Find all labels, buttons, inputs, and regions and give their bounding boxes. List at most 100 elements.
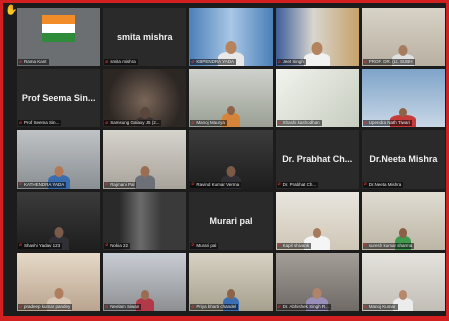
participant-label: Murari pal <box>196 242 217 248</box>
participant-video <box>189 69 273 128</box>
participant-tile[interactable]: Dr.Neeta Mishra ⌀ Dr.Neeta Mishra <box>361 130 445 189</box>
mic-muted-icon: ⌀ <box>363 120 367 126</box>
participant-caption: ⌀ Dr.Neeta Mishra <box>362 181 404 188</box>
participant-head <box>226 165 236 177</box>
participant-caption: ⌀ Manoj Maurya <box>190 120 227 127</box>
participant-video <box>361 252 445 311</box>
mic-muted-icon: ⌀ <box>363 59 367 65</box>
participant-caption: ⌀ Dr. Abhishek Singh R... <box>276 304 331 310</box>
participant-head <box>399 290 408 300</box>
participant-caption: ⌀ Samsung Galaxy J5 (2... <box>104 120 162 127</box>
participant-caption: ⌀ Manoj Kumar <box>362 304 398 310</box>
participant-name: Prof Seema Sin... <box>21 93 96 104</box>
participant-tile[interactable]: ⌀ Shashi Yadav 123 <box>17 191 101 250</box>
participant-tile[interactable]: ⌀ PROF. DR. (Lt. SUBH <box>361 8 445 67</box>
participant-tile[interactable]: smita mishra ⌀ smita mishra <box>103 8 187 67</box>
mic-muted-icon: ⌀ <box>19 120 23 126</box>
participant-video <box>275 8 359 67</box>
participant-head <box>54 288 64 299</box>
meeting-window: ✋ ⌀ Rama Kant smita mishra ⌀ smita mishra ⌀ KB… <box>3 3 446 316</box>
mic-muted-icon: ⌀ <box>105 59 109 65</box>
raised-hand-icon: ✋ <box>5 5 18 16</box>
participant-tile[interactable]: ⌀ Kapil shivank <box>275 191 359 250</box>
participant-video <box>103 252 187 311</box>
participant-label: Rama Kant <box>24 59 47 65</box>
participant-label: Dr.Neeta Mishra <box>368 181 402 187</box>
participant-caption: ⌀ Kapil shivank <box>276 242 312 249</box>
participant-name: Dr. Prabhat Ch... <box>282 154 353 165</box>
participant-head <box>399 107 408 118</box>
mic-muted-icon: ⌀ <box>105 242 109 249</box>
mic-muted-icon: ⌀ <box>19 304 23 310</box>
participant-label: Prof Seema Sin... <box>24 120 60 126</box>
participant-name: Dr.Neeta Mishra <box>369 154 438 165</box>
participant-tile[interactable]: Prof Seema Sin... ⌀ Prof Seema Sin... <box>17 69 101 128</box>
participant-video <box>17 252 101 311</box>
participant-tile[interactable]: Murari pal ⌀ Murari pal <box>189 191 273 250</box>
mic-muted-icon: ⌀ <box>191 59 195 65</box>
participant-tile[interactable]: ⌀ Priya bharti chandel <box>189 252 273 311</box>
participant-tile[interactable]: ⌀ Dr. Abhishek Singh R... <box>275 252 359 311</box>
participant-head <box>312 288 322 299</box>
participant-tile[interactable]: ⌀ suresh kumar sharma <box>361 191 445 250</box>
participant-caption: ⌀ Nokia 22 <box>104 242 130 249</box>
mic-muted-icon: ⌀ <box>19 59 23 65</box>
participant-tile[interactable]: ⌀ Manoj Maurya <box>189 69 273 128</box>
participant-caption: ⌀ Dr. Prabhat Ch... <box>276 181 319 188</box>
participant-tile[interactable]: ⌀ Rajmani Pal <box>103 130 187 189</box>
participant-tile[interactable]: ⌀ Jeet Singh <box>275 8 359 67</box>
participant-tile[interactable]: ⌀ Shashi kashodhan <box>275 69 359 128</box>
mic-muted-icon: ⌀ <box>363 304 367 310</box>
participant-head <box>313 228 322 238</box>
participant-label: KBPENDRA YADA <box>196 59 234 65</box>
participant-label: Kapil shivank <box>282 242 310 248</box>
participant-tile[interactable]: ⌀ Samsung Galaxy J5 (2... <box>103 69 187 128</box>
mic-muted-icon: ⌀ <box>363 242 367 249</box>
participant-caption: ⌀ Shashi Yadav 123 <box>18 242 63 249</box>
participant-tile[interactable]: ⌀ Upendra Nath Tiwari <box>361 69 445 128</box>
participant-caption: ⌀ Rama Kant <box>18 59 49 66</box>
participant-label: Samsung Galaxy J5 (2... <box>110 120 160 126</box>
participant-tile[interactable]: ⌀ Manoj Kumar <box>361 252 445 311</box>
participant-name: Murari pal <box>209 215 253 226</box>
participant-video <box>275 69 359 128</box>
participant-label: Manoj Maurya <box>196 120 225 126</box>
participant-body <box>304 53 331 67</box>
participant-tile[interactable]: ⌀ Rama Kant <box>17 8 101 67</box>
participant-video <box>17 8 101 67</box>
participant-tile[interactable]: Dr. Prabhat Ch... ⌀ Dr. Prabhat Ch... <box>275 130 359 189</box>
participant-video <box>189 8 273 67</box>
participant-label: Rajmani Pal <box>110 181 135 187</box>
participant-label: suresh kumar sharma <box>368 242 413 248</box>
participant-video <box>361 191 445 250</box>
participant-tile[interactable]: ⌀ Nokia 22 <box>103 191 187 250</box>
participant-caption: ⌀ smita mishra <box>104 59 138 66</box>
participant-caption: ⌀ PROF. DR. (Lt. SUBH <box>362 59 415 66</box>
participant-caption: ⌀ Jeet Singh <box>276 59 306 66</box>
participant-label: Nokia 22 <box>110 242 128 248</box>
participant-caption: ⌀ Ravind Kumar Verma <box>190 181 242 188</box>
participant-label: Ravind Kumar Verma <box>196 181 240 187</box>
mic-muted-icon: ⌀ <box>191 181 195 188</box>
participant-tile[interactable]: ⌀ Neelam Siwan <box>103 252 187 311</box>
participant-label: Shashi kashodhan <box>282 120 320 126</box>
participant-label: PROF. DR. (Lt. SUBH <box>368 59 413 65</box>
participant-tile[interactable]: ⌀ pradeep kumar pandey <box>17 252 101 311</box>
participant-tile[interactable]: ⌀ Ravind Kumar Verma <box>189 130 273 189</box>
mic-muted-icon: ⌀ <box>277 59 281 65</box>
participant-caption: ⌀ Rajmani Pal <box>104 181 137 188</box>
participant-head <box>139 107 150 120</box>
participant-video <box>361 8 445 67</box>
participant-video <box>275 252 359 311</box>
participant-head <box>140 165 150 177</box>
participant-head <box>399 228 408 238</box>
participant-tile[interactable]: ⌀ KBPENDRA YADA <box>189 8 273 67</box>
mic-muted-icon: ⌀ <box>191 242 195 249</box>
participant-tile[interactable]: ⌀ KATHENDRA YADA <box>17 130 101 189</box>
participant-head <box>398 45 408 57</box>
participant-video <box>361 69 445 128</box>
mic-muted-icon: ⌀ <box>277 120 281 126</box>
participant-caption: ⌀ Prof Seema Sin... <box>18 120 62 127</box>
mic-muted-icon: ⌀ <box>19 242 23 249</box>
mic-muted-icon: ⌀ <box>19 181 23 188</box>
